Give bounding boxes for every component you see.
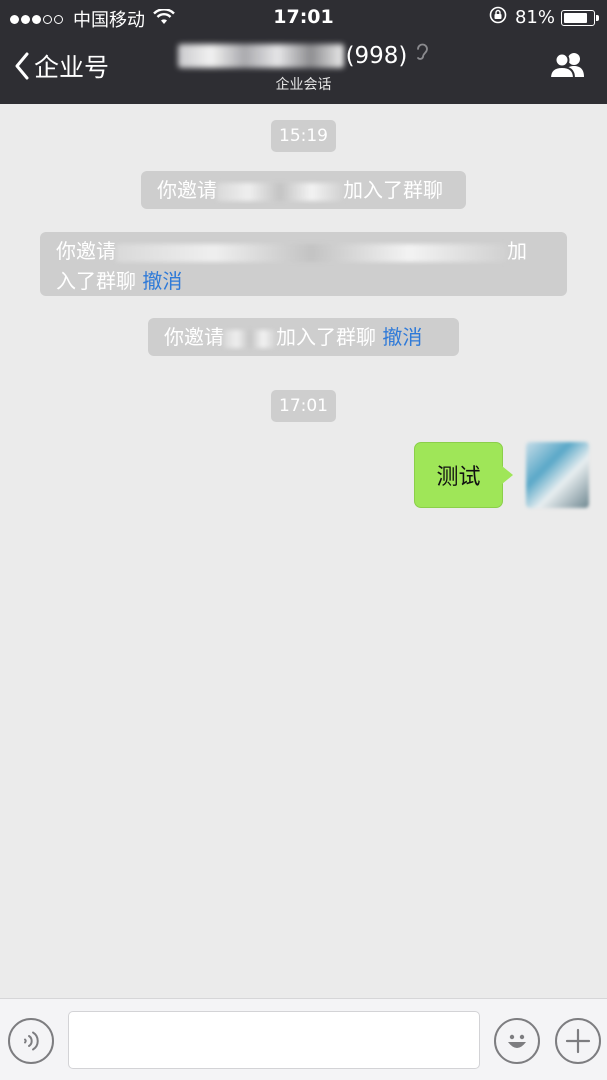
message-input[interactable]: [68, 1011, 480, 1069]
system-message-line: 入了群聊 撤消: [56, 266, 551, 296]
chat-title: (998) 企业会话: [140, 42, 467, 94]
system-message: 你邀请 加 入了群聊 撤消: [40, 232, 567, 296]
blurred-names: [217, 182, 343, 201]
system-message-line: 你邀请 加: [56, 236, 551, 266]
chevron-left-icon: [15, 52, 29, 80]
chat-area[interactable]: 15:19 你邀请 加入了群聊 你邀请加 入了群聊 撤消 你邀请 加入了群聊 撤消 …: [0, 104, 607, 998]
ear-icon: [415, 42, 429, 70]
blurred-group-name: [177, 44, 344, 68]
system-message: 你邀请 加入了群聊: [141, 171, 466, 209]
battery-icon: [561, 9, 599, 26]
voice-button[interactable]: [8, 1018, 54, 1064]
revoke-link[interactable]: 撤消: [142, 269, 182, 293]
status-right: 81%: [489, 6, 599, 29]
chat-title-row: (998): [140, 42, 467, 70]
back-label: 企业号: [34, 53, 110, 82]
bubble-tail: [502, 466, 513, 484]
group-members-icon: [548, 52, 584, 79]
blurred-names: [116, 243, 507, 262]
group-members-button[interactable]: [548, 50, 587, 84]
avatar[interactable]: [526, 442, 589, 508]
battery-cap: [596, 14, 599, 21]
system-message-prefix: 你邀请: [56, 239, 116, 263]
navigation-bar: 企业号 (998) 企业会话: [0, 34, 607, 104]
timestamp-pill: 15:19: [271, 120, 336, 152]
member-count: (998): [345, 43, 408, 69]
input-bar: [0, 998, 607, 1080]
battery-percent: 81%: [514, 7, 555, 28]
revoke-link[interactable]: 撤消: [382, 325, 422, 349]
chat-subtitle: 企业会话: [275, 77, 332, 93]
plus-button[interactable]: [555, 1018, 601, 1064]
top-bar: 中国移动 17:01 81% 企业号 (998) 企业会话: [0, 0, 607, 104]
voice-icon: [24, 1031, 39, 1051]
back-button[interactable]: 企业号: [14, 48, 109, 84]
plus-icon: [565, 1028, 591, 1054]
timestamp-pill: 17:01: [271, 390, 336, 422]
my-message-bubble[interactable]: 测试: [414, 442, 503, 508]
system-message-suffix: 加入了群聊: [343, 178, 443, 202]
timestamp-text: 17:01: [279, 396, 328, 416]
emoji-icon: [508, 1034, 526, 1048]
timestamp-text: 15:19: [279, 126, 328, 146]
system-message: 你邀请 加入了群聊 撤消: [148, 318, 459, 356]
blurred-names: [224, 329, 276, 348]
system-message-prefix: 你邀请: [157, 178, 217, 202]
system-message-prefix: 你邀请: [164, 325, 224, 349]
message-text: 测试: [436, 465, 481, 490]
system-message-line2: 入了群聊: [56, 269, 136, 293]
battery-fill: [564, 12, 587, 23]
system-message-suffix: 加入了群聊: [276, 325, 376, 349]
system-message-suffix: 加: [507, 239, 527, 263]
emoji-button[interactable]: [494, 1018, 540, 1064]
rotation-lock-icon: [489, 6, 507, 29]
status-bar: 中国移动 17:01 81%: [0, 0, 607, 34]
